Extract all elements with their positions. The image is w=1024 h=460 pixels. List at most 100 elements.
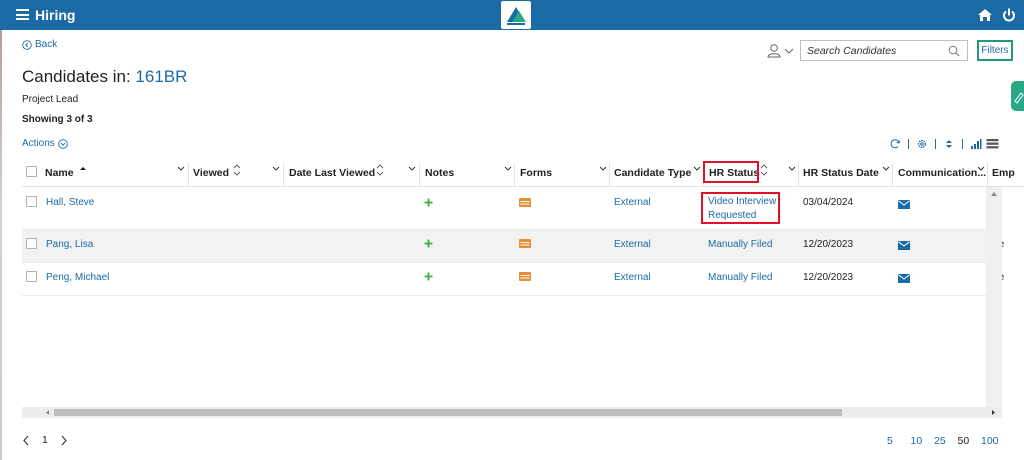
col-header-communication[interactable]: Communication... xyxy=(895,157,988,187)
add-note-plus-icon[interactable] xyxy=(424,239,433,248)
highlight-hr-status-cell xyxy=(701,192,780,224)
col-header-notes[interactable]: Notes xyxy=(422,157,515,187)
filters-button[interactable]: Filters xyxy=(977,40,1013,61)
add-note-plus-icon[interactable] xyxy=(424,272,433,281)
mail-icon[interactable] xyxy=(898,241,910,250)
candidate-name-link[interactable]: Peng, Michael xyxy=(46,272,109,283)
scroll-right-icon[interactable] xyxy=(990,409,997,416)
actions-label: Actions xyxy=(22,138,55,149)
page-size-option[interactable]: 25 xyxy=(934,435,958,447)
back-label: Back xyxy=(35,39,58,50)
sort-ascending-icon[interactable] xyxy=(79,161,87,179)
chevron-down-icon[interactable] xyxy=(177,166,185,172)
hr-status-date: 12/20/2023 xyxy=(803,272,854,283)
sort-icon[interactable] xyxy=(233,161,241,179)
col-header-candidate-type[interactable]: Candidate Type xyxy=(611,157,704,187)
table-row[interactable]: Peng, Michael External Manually Filed 12… xyxy=(22,263,1004,296)
row-checkbox[interactable] xyxy=(26,196,37,207)
page-size-option[interactable]: 10 xyxy=(911,435,935,447)
highlight-hr-status-header xyxy=(703,161,759,183)
left-edge xyxy=(0,30,2,460)
hr-status-link[interactable]: Manually Filed xyxy=(708,239,772,250)
result-count: Showing 3 of 3 xyxy=(22,114,93,125)
row-checkbox[interactable] xyxy=(26,238,37,249)
page-title: Candidates in: 161BR xyxy=(22,67,187,87)
mail-icon[interactable] xyxy=(898,274,910,283)
candidate-type[interactable]: External xyxy=(614,272,651,283)
home-icon[interactable] xyxy=(977,7,993,23)
horizontal-scrollbar[interactable] xyxy=(22,407,1002,418)
company-logo xyxy=(501,1,531,29)
col-header-date-last-viewed[interactable]: Date Last Viewed xyxy=(286,157,420,187)
job-title: Project Lead xyxy=(22,94,79,105)
table-row[interactable]: Pang, Lisa External Manually Filed 12/20… xyxy=(22,230,1004,263)
title-prefix: Candidates in: xyxy=(22,67,131,86)
sort-icon[interactable] xyxy=(760,161,768,179)
power-icon[interactable] xyxy=(1001,7,1017,23)
table-row[interactable]: Hall, Steve External Video Interview Req… xyxy=(22,188,1000,230)
user-filter-dropdown[interactable] xyxy=(765,42,798,60)
col-header-hr-status-date[interactable]: HR Status Date xyxy=(800,157,893,187)
search-input[interactable] xyxy=(807,44,947,58)
chevron-down-icon[interactable] xyxy=(693,166,701,172)
refresh-icon[interactable] xyxy=(888,137,902,151)
form-icon[interactable] xyxy=(519,198,531,207)
search-icon[interactable] xyxy=(948,45,960,57)
chevron-down-icon[interactable] xyxy=(272,166,280,172)
chevron-down-icon[interactable] xyxy=(977,166,985,172)
scroll-up-icon[interactable] xyxy=(986,187,1002,201)
chevron-down-icon[interactable] xyxy=(882,166,890,172)
page-size-selector: 5 10 25 50 100 xyxy=(887,435,1005,447)
col-header-emp[interactable]: Emp xyxy=(989,157,1024,187)
page-size-option[interactable]: 100 xyxy=(981,435,1005,447)
vertical-scrollbar[interactable] xyxy=(986,187,1002,407)
search-box[interactable] xyxy=(800,40,968,61)
top-bar: Hiring xyxy=(0,0,1024,30)
edit-icon xyxy=(1014,92,1024,104)
col-header-name[interactable]: Name xyxy=(42,157,189,187)
form-icon[interactable] xyxy=(519,272,531,281)
form-icon[interactable] xyxy=(519,239,531,248)
candidate-type[interactable]: External xyxy=(614,239,651,250)
chevron-down-icon[interactable] xyxy=(788,166,796,172)
actions-menu[interactable]: Actions xyxy=(22,138,68,149)
bar-chart-icon[interactable] xyxy=(969,137,983,151)
chevron-down-icon[interactable] xyxy=(408,166,416,172)
sort-icon[interactable] xyxy=(376,161,384,179)
requisition-id[interactable]: 161BR xyxy=(135,67,187,86)
grid-header: Name Viewed Date Last Viewed Notes Forms xyxy=(22,157,1024,187)
sort-toggle-icon[interactable] xyxy=(942,137,956,151)
chevron-down-icon[interactable] xyxy=(504,166,512,172)
select-all-checkbox[interactable] xyxy=(26,166,37,177)
page-size-option[interactable]: 5 xyxy=(887,435,911,447)
side-edit-tab[interactable] xyxy=(1011,81,1024,111)
back-link[interactable]: Back xyxy=(22,39,57,50)
settings-gear-icon[interactable] xyxy=(915,137,929,151)
next-page-icon[interactable] xyxy=(60,435,68,446)
candidate-name-link[interactable]: Pang, Lisa xyxy=(46,239,93,250)
row-checkbox[interactable] xyxy=(26,271,37,282)
col-header-viewed[interactable]: Viewed xyxy=(190,157,284,187)
back-circle-icon xyxy=(22,39,32,50)
scroll-thumb[interactable] xyxy=(54,409,842,416)
hr-status-date: 03/04/2024 xyxy=(803,197,854,208)
hr-status-link[interactable]: Manually Filed xyxy=(708,272,772,283)
hr-status-date: 12/20/2023 xyxy=(803,239,854,250)
pagination: 1 xyxy=(22,434,68,446)
page-size-option-selected[interactable]: 50 xyxy=(958,435,982,447)
scroll-left-icon[interactable] xyxy=(44,409,51,416)
chevron-down-icon[interactable] xyxy=(599,166,607,172)
current-page[interactable]: 1 xyxy=(42,434,48,446)
column-view-icon[interactable] xyxy=(985,137,999,151)
col-header-forms[interactable]: Forms xyxy=(517,157,610,187)
toolbar-divider xyxy=(908,139,909,149)
add-note-plus-icon[interactable] xyxy=(424,198,433,207)
mail-icon[interactable] xyxy=(898,200,910,209)
hamburger-menu-icon[interactable] xyxy=(16,9,29,20)
candidate-type[interactable]: External xyxy=(614,197,651,208)
candidate-name-link[interactable]: Hall, Steve xyxy=(46,197,94,208)
prev-page-icon[interactable] xyxy=(22,435,30,446)
candidates-grid: Name Viewed Date Last Viewed Notes Forms xyxy=(22,157,1024,407)
grid-toolbar xyxy=(888,137,999,151)
app-title: Hiring xyxy=(35,7,76,23)
